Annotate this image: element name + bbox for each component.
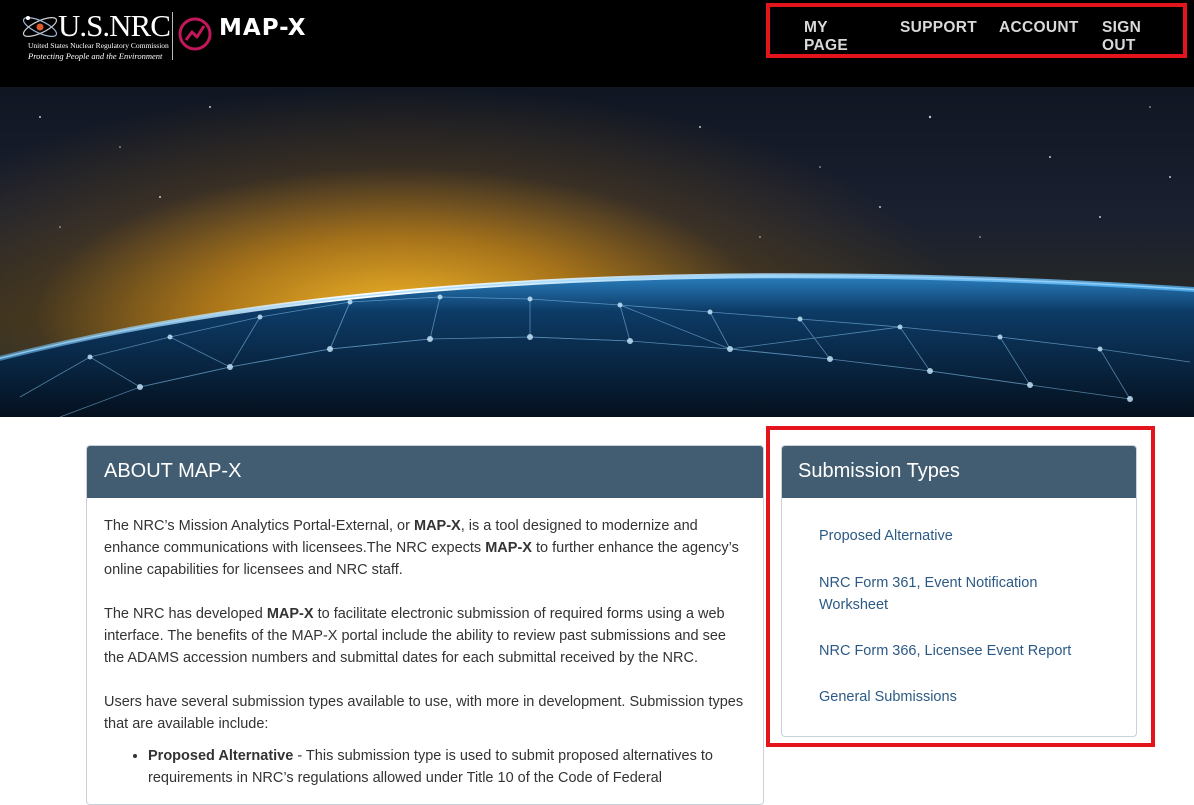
about-body: The NRC’s Mission Analytics Portal-Exter… [87, 498, 763, 789]
link-nrc-form-366[interactable]: NRC Form 366, Licensee Event Report [819, 640, 1071, 662]
mapx-logo-icon [178, 17, 212, 51]
nav-my-page[interactable]: MY PAGE [804, 19, 848, 55]
submission-types-card: Submission Types Proposed Alternative NR… [781, 445, 1137, 737]
nrc-wordmark: U.S.NRC [58, 8, 171, 43]
nav-account[interactable]: ACCOUNT [999, 19, 1079, 37]
nrc-subtitle: United States Nuclear Regulatory Commiss… [28, 41, 169, 50]
about-paragraph-1: The NRC’s Mission Analytics Portal-Exter… [104, 518, 739, 578]
about-paragraph-3: Users have several submission types avai… [104, 694, 744, 732]
about-title: ABOUT MAP-X [87, 446, 763, 498]
site-logo[interactable]: U.S.NRC United States Nuclear Regulatory… [18, 8, 358, 64]
nrc-tagline: Protecting People and the Environment [28, 51, 163, 61]
list-item: Proposed Alternative - This submission t… [148, 745, 746, 789]
about-paragraph-2: The NRC has developed MAP-X to facilitat… [104, 606, 726, 666]
logo-divider [172, 12, 173, 60]
hero-banner-image [0, 87, 1194, 417]
about-card: ABOUT MAP-X The NRC’s Mission Analytics … [86, 445, 764, 805]
earth-network-graphic [0, 106, 1194, 417]
submission-types-title: Submission Types [782, 446, 1136, 498]
atom-icon [22, 16, 58, 37]
nav-support[interactable]: SUPPORT [900, 19, 977, 37]
site-header: U.S.NRC United States Nuclear Regulatory… [0, 0, 1194, 87]
link-proposed-alternative[interactable]: Proposed Alternative [819, 525, 953, 547]
nav-sign-out[interactable]: SIGN OUT [1102, 19, 1141, 55]
link-general-submissions[interactable]: General Submissions [819, 686, 957, 708]
app-name: MAP-X [219, 15, 307, 41]
link-nrc-form-361[interactable]: NRC Form 361, Event Notification Workshe… [819, 572, 1069, 616]
submission-type-list: Proposed Alternative - This submission t… [148, 745, 746, 789]
